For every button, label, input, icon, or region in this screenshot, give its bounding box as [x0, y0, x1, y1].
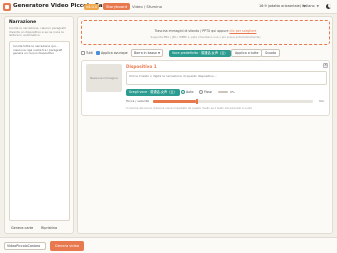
- dropzone-text: Trascina immagini di sfondo / PPTX qui o…: [82, 29, 329, 33]
- version-badge: v4.0.0: [84, 4, 100, 10]
- scene-note: Il volume del suono d'azione viene impos…: [126, 106, 253, 110]
- volume-value: Vol.: [319, 99, 325, 103]
- checkbox-icon: [81, 51, 85, 55]
- close-icon[interactable]: [323, 62, 328, 68]
- apply-all-button[interactable]: Applica a tutte: [231, 49, 263, 57]
- tab-storyboard[interactable]: Storyboard: [103, 3, 130, 10]
- narration-title: Narrazione: [9, 20, 37, 25]
- language-value: Italiano: [302, 4, 315, 8]
- select-all-label: Tutti: [86, 51, 93, 55]
- generate-cards-button[interactable]: Genera carte: [11, 225, 33, 232]
- speed-slider[interactable]: [218, 91, 228, 93]
- choose-file-link[interactable]: clic per scegliere: [229, 29, 256, 33]
- mode-fixed-label: Fisso: [204, 90, 212, 94]
- bottom-bar: VideoPiccoloCastoro Genera video: [0, 237, 337, 253]
- apply-everywhere-label: Applica ovunque: [101, 51, 128, 55]
- generate-video-button[interactable]: Genera video: [50, 241, 85, 251]
- chevron-down-icon: ▼: [316, 4, 319, 8]
- narration-description: Incolla la narrazione: ciascun paragrafo…: [9, 26, 67, 38]
- moon-icon[interactable]: [326, 4, 331, 9]
- speed-value: 0%: [230, 90, 235, 94]
- select-all-checkbox[interactable]: Tutti: [81, 49, 93, 57]
- mode-auto-radio[interactable]: Auto: [181, 88, 193, 96]
- apply-everywhere-checkbox[interactable]: Applica ovunque: [96, 49, 128, 57]
- storyboard-panel: Trascina immagini di sfondo / PPTX qui o…: [77, 16, 333, 234]
- scene-title: Dispositivo 1: [126, 64, 157, 69]
- volume-fill: [153, 100, 197, 103]
- dropzone-prefix: Trascina immagini di sfondo / PPTX qui o…: [154, 29, 229, 33]
- narration-text: Incolla tutta la narrazione qui... ciasc…: [13, 44, 63, 56]
- storyboard-toolbar: Tutti Applica ovunque Barra in basso ▼ V…: [81, 49, 331, 57]
- reset-button[interactable]: Ripristina: [41, 225, 57, 232]
- volume-handle[interactable]: [196, 98, 198, 104]
- project-name-input[interactable]: VideoPiccoloCastoro: [4, 242, 46, 250]
- mode-auto-label: Auto: [186, 90, 194, 94]
- clear-button[interactable]: Svuota: [261, 49, 281, 57]
- scene-text-input[interactable]: Clicca il testo o digita la narrazione d…: [126, 71, 327, 85]
- scene-thumbnail[interactable]: Nessuna immagine: [86, 64, 122, 92]
- scene-voice-row: Scegli voce · 普通话-女声（云） Auto Fisso 0%: [126, 88, 327, 96]
- scene-voice-select[interactable]: Scegli voce · 普通话-女声（云）: [126, 88, 180, 96]
- aspect-ratio-select[interactable]: 16:9 (adatto orizzontale) ▼: [259, 3, 305, 10]
- default-voice-select[interactable]: Voce predefinita · 普通话-女声（云）: [169, 49, 231, 57]
- thumbnail-placeholder: Nessuna immagine: [90, 76, 118, 80]
- app-logo-icon: [3, 3, 11, 11]
- checkbox-icon: [96, 51, 100, 55]
- scene-text-placeholder: Clicca il testo o digita la narrazione d…: [129, 74, 217, 78]
- volume-label: Tocca / velocità: [126, 99, 150, 103]
- scene-card: Nessuna immagine Dispositivo 1 Clicca il…: [81, 60, 330, 116]
- language-select[interactable]: Italiano ▼: [302, 3, 319, 10]
- position-select[interactable]: Barra in basso ▼: [131, 49, 164, 57]
- top-bar: Generatore Video Piccolo Castoro v4.0.0 …: [0, 0, 337, 14]
- radio-icon: [181, 90, 185, 94]
- radio-icon: [199, 90, 203, 94]
- volume-slider[interactable]: [153, 98, 313, 104]
- narration-panel: Narrazione Incolla la narrazione: ciascu…: [4, 16, 74, 234]
- mode-fixed-radio[interactable]: Fisso: [199, 88, 212, 96]
- narration-textarea[interactable]: Incolla tutta la narrazione qui... ciasc…: [9, 41, 70, 221]
- volume-row: Tocca / velocità Vol.: [126, 97, 327, 105]
- aspect-ratio-value: 16:9 (adatto orizzontale): [259, 4, 302, 8]
- upload-dropzone[interactable]: Trascina immagini di sfondo / PPTX qui o…: [81, 20, 330, 45]
- chevron-down-icon: ▼: [157, 51, 161, 55]
- tab-video[interactable]: Video / Sfumino: [129, 3, 165, 10]
- dropzone-hint: Supporta PNG / JPG / WEBP e .pptx (diven…: [150, 35, 261, 39]
- position-value: Barra in basso: [134, 51, 157, 55]
